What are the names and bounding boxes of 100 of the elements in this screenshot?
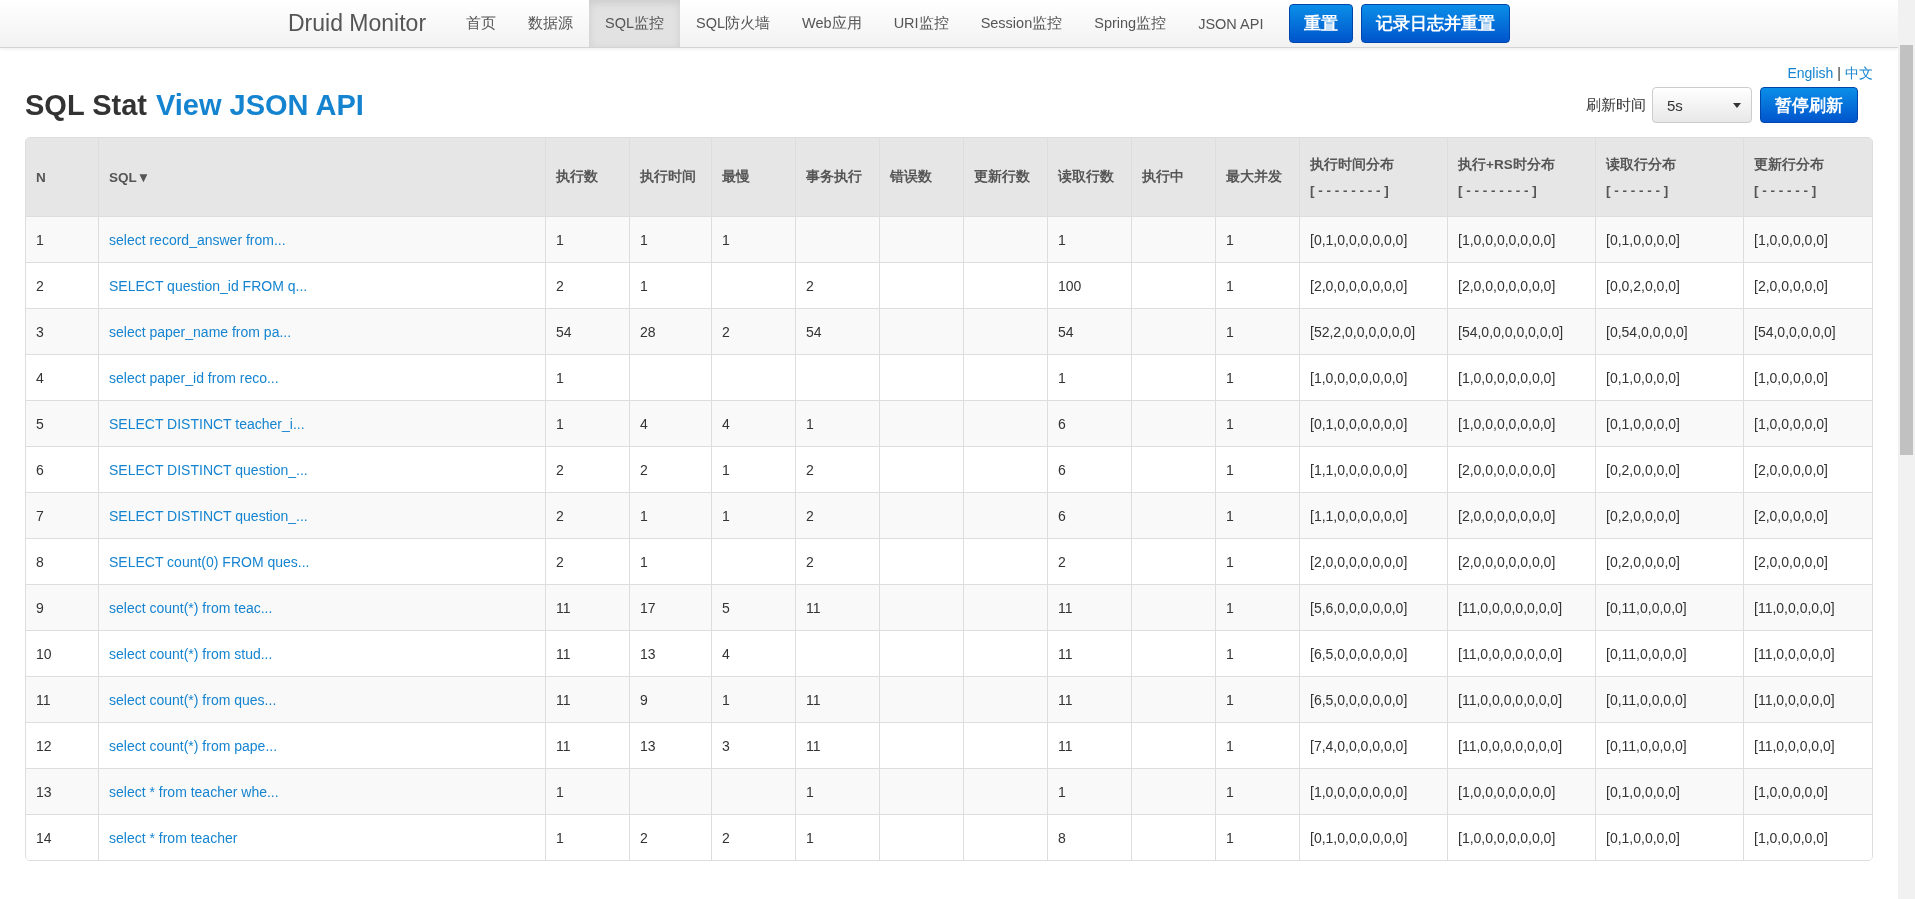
table-cell: [1,0,0,0,0,0,0,0] (1447, 216, 1596, 263)
table-cell: [1,0,0,0,0,0] (1743, 216, 1872, 263)
table-cell: [0,1,0,0,0,0] (1595, 768, 1744, 815)
sql-link[interactable]: SELECT DISTINCT question_... (109, 507, 308, 524)
reset-button[interactable]: 记录日志并重置 (1361, 4, 1511, 43)
table-cell: 9 (629, 676, 712, 723)
table-cell: 1 (629, 492, 712, 539)
brand-title[interactable]: Druid Monitor (288, 10, 437, 37)
sql-link[interactable]: SELECT DISTINCT teacher_i... (109, 415, 305, 432)
sql-link[interactable]: select count(*) from teac... (109, 599, 273, 616)
table-cell: [2,0,0,0,0,0,0,0] (1447, 492, 1596, 539)
nav-item[interactable]: Spring监控 (1078, 0, 1183, 47)
table-cell: [2,0,0,0,0,0,0,0] (1447, 262, 1596, 309)
table-cell: 2 (545, 492, 630, 539)
table-cell: [0,11,0,0,0,0] (1595, 722, 1744, 769)
table-cell: 1 (1047, 768, 1132, 815)
nav-item[interactable]: Session监控 (964, 0, 1079, 47)
table-cell: 1 (1215, 768, 1300, 815)
table-cell: 1 (711, 676, 796, 723)
refresh-label: 刷新时间 (1586, 95, 1646, 115)
table-cell: [2,0,0,0,0,0,0,0] (1299, 538, 1448, 585)
interval-select[interactable]: 5s (1652, 87, 1752, 123)
nav-item[interactable]: Web应用 (786, 0, 878, 47)
column-header[interactable]: 执行中 (1131, 138, 1216, 217)
table-cell: [0,11,0,0,0,0] (1595, 584, 1744, 631)
table-cell: [11,0,0,0,0,0,0,0] (1447, 722, 1596, 769)
table-cell: [1,0,0,0,0,0] (1743, 400, 1872, 447)
table-cell: 1 (711, 446, 796, 493)
nav-item[interactable]: SQL监控 (589, 0, 681, 47)
table-cell: [0,2,0,0,0,0] (1595, 446, 1744, 493)
column-header[interactable]: 最大并发 (1215, 138, 1300, 217)
column-header[interactable]: 最慢 (711, 138, 796, 217)
sql-link[interactable]: select count(*) from stud... (109, 645, 273, 662)
table-cell: 1 (1215, 814, 1300, 860)
table-cell: 11 (1047, 676, 1132, 723)
table-cell: 13 (26, 768, 99, 815)
sql-link[interactable]: SELECT count(0) FROM ques... (109, 553, 310, 570)
table-cell: 1 (545, 768, 630, 815)
table-cell: 1 (1215, 400, 1300, 447)
nav-item[interactable]: SQL防火墙 (680, 0, 787, 47)
table-cell: 1 (1215, 722, 1300, 769)
table-cell: 1 (795, 814, 880, 860)
table-cell: [1,0,0,0,0,0] (1743, 354, 1872, 401)
table-cell: [2,0,0,0,0,0,0,0] (1299, 262, 1448, 309)
table-cell: 1 (1215, 492, 1300, 539)
table-cell: 4 (711, 630, 796, 677)
table-cell: 1 (26, 216, 99, 263)
sql-link[interactable]: SELECT DISTINCT question_... (109, 461, 308, 478)
table-cell: 1 (711, 216, 796, 263)
sql-link[interactable]: select * from teacher (109, 829, 238, 846)
sql-link[interactable]: select paper_name from pa... (109, 323, 292, 340)
sql-link[interactable]: select * from teacher whe... (109, 783, 279, 800)
column-header[interactable]: 执行+RS时分布 [ - - - - - - - - ] (1447, 138, 1596, 217)
nav-item[interactable]: 数据源 (512, 0, 590, 47)
column-header[interactable]: N (26, 138, 99, 217)
column-header[interactable]: 读取行分布 [ - - - - - - ] (1595, 138, 1744, 217)
table-cell: [1,0,0,0,0,0,0,0] (1447, 768, 1596, 815)
table-cell: 11 (545, 722, 630, 769)
table-cell: 1 (1215, 538, 1300, 585)
language-link[interactable]: 中文 (1845, 65, 1873, 83)
column-header[interactable]: 错误数 (879, 138, 964, 217)
table-cell: [0,1,0,0,0,0] (1595, 814, 1744, 860)
column-header[interactable]: SQL▼ (98, 138, 546, 217)
pause-refresh-button[interactable]: 暂停刷新 (1760, 87, 1858, 123)
table-cell: [0,1,0,0,0,0,0,0] (1299, 216, 1448, 263)
sql-link[interactable]: select record_answer from... (109, 231, 286, 248)
reset-button[interactable]: 重置 (1289, 4, 1354, 43)
table-cell: [6,5,0,0,0,0,0,0] (1299, 630, 1448, 677)
column-header[interactable]: 执行时间 (629, 138, 712, 217)
table-cell: 2 (629, 446, 712, 493)
table-cell: 11 (1047, 630, 1132, 677)
table-cell: [0,11,0,0,0,0] (1595, 630, 1744, 677)
scrollbar-thumb[interactable] (1900, 45, 1913, 455)
column-header[interactable]: 事务执行 (795, 138, 880, 217)
scrollbar[interactable] (1898, 0, 1915, 899)
sql-link[interactable]: select count(*) from ques... (109, 691, 277, 708)
json-api-link[interactable]: View JSON API (155, 88, 364, 122)
table-cell: 5 (711, 584, 796, 631)
sql-link[interactable]: select count(*) from pape... (109, 737, 278, 754)
nav-item[interactable]: 首页 (450, 0, 513, 47)
column-header[interactable]: 更新行数 (963, 138, 1048, 217)
table-cell: [0,0,2,0,0,0] (1595, 262, 1744, 309)
sql-link[interactable]: SELECT question_id FROM q... (109, 277, 308, 294)
table-cell: 1 (545, 354, 630, 401)
table-cell: 2 (795, 446, 880, 493)
language-link[interactable]: English (1787, 65, 1834, 83)
page-title: SQL Stat (25, 88, 147, 122)
table-cell: 1 (1215, 446, 1300, 493)
table-cell: 2 (26, 262, 99, 309)
column-header[interactable]: 执行数 (545, 138, 630, 217)
table-cell: [1,0,0,0,0,0,0,0] (1299, 768, 1448, 815)
column-header[interactable]: 更新行分布 [ - - - - - - ] (1743, 138, 1872, 217)
nav-item[interactable]: JSON API (1182, 0, 1280, 47)
sql-link[interactable]: select paper_id from reco... (109, 369, 279, 386)
column-header[interactable]: 执行时间分布 [ - - - - - - - - ] (1299, 138, 1448, 217)
column-header[interactable]: 读取行数 (1047, 138, 1132, 217)
table-cell: 1 (545, 400, 630, 447)
table-cell: [1,0,0,0,0,0] (1743, 768, 1872, 815)
nav-item[interactable]: URI监控 (877, 0, 965, 47)
table-cell: 2 (711, 308, 796, 355)
